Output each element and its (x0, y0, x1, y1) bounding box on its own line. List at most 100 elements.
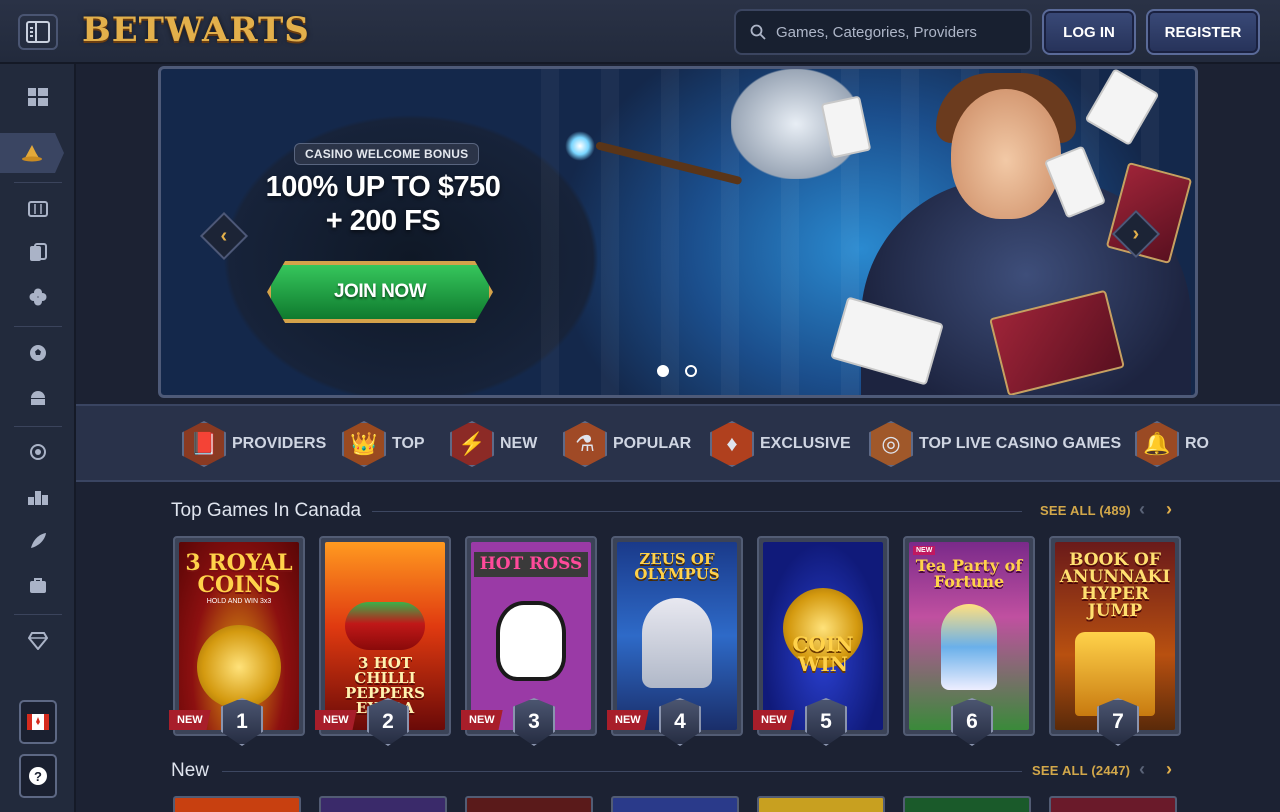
game-tile[interactable]: COIN WIN NEW 5 (753, 536, 889, 746)
canada-flag-icon (27, 714, 49, 730)
pepper-art (345, 602, 425, 650)
soccer-ball-icon (30, 345, 46, 361)
promo-banner[interactable]: CASINO WELCOME BONUS 100% UP TO $750 + 2… (158, 66, 1198, 398)
search-input[interactable] (776, 23, 1016, 41)
search-box[interactable] (734, 9, 1032, 55)
rocket-icon (31, 533, 46, 548)
wizard-face (951, 89, 1061, 219)
zeus-art (642, 598, 712, 688)
sidebar-item-slots[interactable] (0, 189, 76, 229)
award-icon (30, 444, 46, 460)
category-top-live-casino[interactable]: ◎ TOP LIVE CASINO GAMES (869, 420, 1121, 468)
top-games-next-button[interactable]: › (1166, 499, 1172, 520)
game-title: COIN WIN (792, 632, 854, 676)
game-tile[interactable]: ZEUS OF OLYMPUS NEW 4 (607, 536, 743, 746)
sidebar-item-crash[interactable] (0, 521, 76, 561)
grid-icon (28, 88, 48, 106)
sidebar-item-vip[interactable] (0, 621, 76, 661)
game-tile-partial[interactable] (757, 796, 885, 812)
new-badge: NEW (607, 710, 649, 730)
game-tile[interactable]: HOT ROSS NEW 3 (461, 536, 597, 746)
sidebar: ? (0, 64, 76, 812)
clover-icon (29, 288, 47, 306)
diamond-icon (28, 632, 48, 650)
section-divider (372, 511, 1022, 512)
login-button[interactable]: LOG IN (1042, 9, 1136, 55)
top-header: BETWARTS LOG IN REGISTER (0, 0, 1280, 64)
sidebar-item-rewards[interactable] (0, 433, 76, 473)
category-exclusive[interactable]: ♦ EXCLUSIVE (710, 420, 851, 468)
help-button[interactable]: ? (19, 754, 57, 798)
game-tile[interactable]: BOOK OF ANUNNAKI HYPER JUMP 7 (1049, 536, 1181, 746)
sidebar-item-table-games[interactable] (0, 233, 76, 273)
new-games-next-button[interactable]: › (1166, 759, 1172, 780)
sidebar-item-sports[interactable] (0, 333, 76, 373)
alice-art (941, 604, 997, 690)
category-label: PROVIDERS (232, 435, 327, 452)
see-all-new[interactable]: SEE ALL (2447) (1032, 763, 1130, 778)
category-top[interactable]: 👑 TOP (342, 420, 425, 468)
language-selector[interactable] (19, 700, 57, 744)
new-badge: NEW (315, 710, 357, 730)
register-button[interactable]: REGISTER (1146, 9, 1260, 55)
game-tile[interactable]: NEW Tea Party of Fortune 6 (903, 536, 1035, 746)
chevron-right-icon: › (1132, 222, 1140, 245)
section-title-top-games: Top Games In Canada (171, 500, 362, 521)
sidebar-item-tournaments[interactable] (0, 477, 76, 517)
game-title: Tea Party of Fortune (915, 556, 1023, 591)
category-label: TOP LIVE CASINO GAMES (919, 435, 1122, 452)
potion-icon: ⚗ (563, 421, 607, 467)
bonus-subline: + 200 FS (325, 205, 441, 237)
coin-art (197, 625, 281, 709)
game-title: ZEUS OF OLYMPUS (634, 550, 720, 583)
top-games-prev-button[interactable]: ‹ (1139, 499, 1145, 520)
category-ro[interactable]: 🔔 RO (1135, 420, 1209, 468)
rank-badge: 5 (805, 698, 847, 746)
rank-badge: 3 (513, 698, 555, 746)
sidebar-item-live[interactable] (0, 377, 76, 417)
new-games-prev-button[interactable]: ‹ (1139, 759, 1145, 780)
category-popular[interactable]: ⚗ POPULAR (563, 420, 691, 468)
sidebar-item-shop[interactable] (0, 565, 76, 605)
sidebar-item-lucky[interactable] (0, 277, 76, 317)
game-tile-partial[interactable] (903, 796, 1031, 812)
rank-badge: 1 (221, 698, 263, 746)
bell-icon: 🔔 (1135, 421, 1179, 467)
section-title-new: New (171, 760, 210, 781)
brand-logo[interactable]: BETWARTS (82, 10, 310, 54)
chip-icon: ◎ (869, 421, 913, 467)
game-tile[interactable]: 3 ROYAL COINS HOLD AND WIN 3x3 NEW 1 (169, 536, 305, 746)
sidebar-toggle-icon (26, 21, 50, 43)
pagination-dot[interactable] (685, 365, 697, 377)
sidebar-toggle-button[interactable] (18, 14, 58, 50)
chevron-left-icon: ‹ (220, 224, 228, 247)
game-tile-partial[interactable] (1049, 796, 1177, 812)
see-all-top-games[interactable]: SEE ALL (489) (1040, 503, 1131, 518)
new-badge: NEW (169, 710, 211, 730)
game-tile-partial[interactable] (611, 796, 739, 812)
sidebar-item-casino[interactable] (0, 133, 64, 173)
category-new[interactable]: ⚡ NEW (450, 420, 537, 468)
shop-bag-icon (30, 578, 46, 593)
game-subtitle: HOLD AND WIN 3x3 (206, 598, 272, 605)
rank-badge: 2 (367, 698, 409, 746)
pagination-dot[interactable] (657, 365, 669, 377)
game-tile-partial[interactable] (319, 796, 447, 812)
section-divider (222, 771, 1022, 772)
game-title: 3 ROYAL COINS (185, 550, 293, 598)
game-tile-partial[interactable] (465, 796, 593, 812)
sidebar-item-lobby[interactable] (0, 77, 76, 117)
category-providers[interactable]: 📕 PROVIDERS (182, 420, 326, 468)
join-now-button[interactable]: JOIN NOW (267, 261, 493, 323)
corner-new-label: NEW (913, 546, 936, 555)
category-label: EXCLUSIVE (760, 435, 851, 452)
leaderboard-icon (28, 491, 48, 505)
game-tile[interactable]: 3 HOT CHILLI PEPPERS EXTRA NEW 2 (315, 536, 451, 746)
new-badge: NEW (753, 710, 795, 730)
gem-icon: ♦ (710, 421, 754, 467)
game-tile-partial[interactable] (173, 796, 301, 812)
search-icon (750, 24, 766, 40)
category-label: NEW (500, 435, 538, 452)
cat-art (496, 601, 566, 681)
new-badge: NEW (461, 710, 503, 730)
